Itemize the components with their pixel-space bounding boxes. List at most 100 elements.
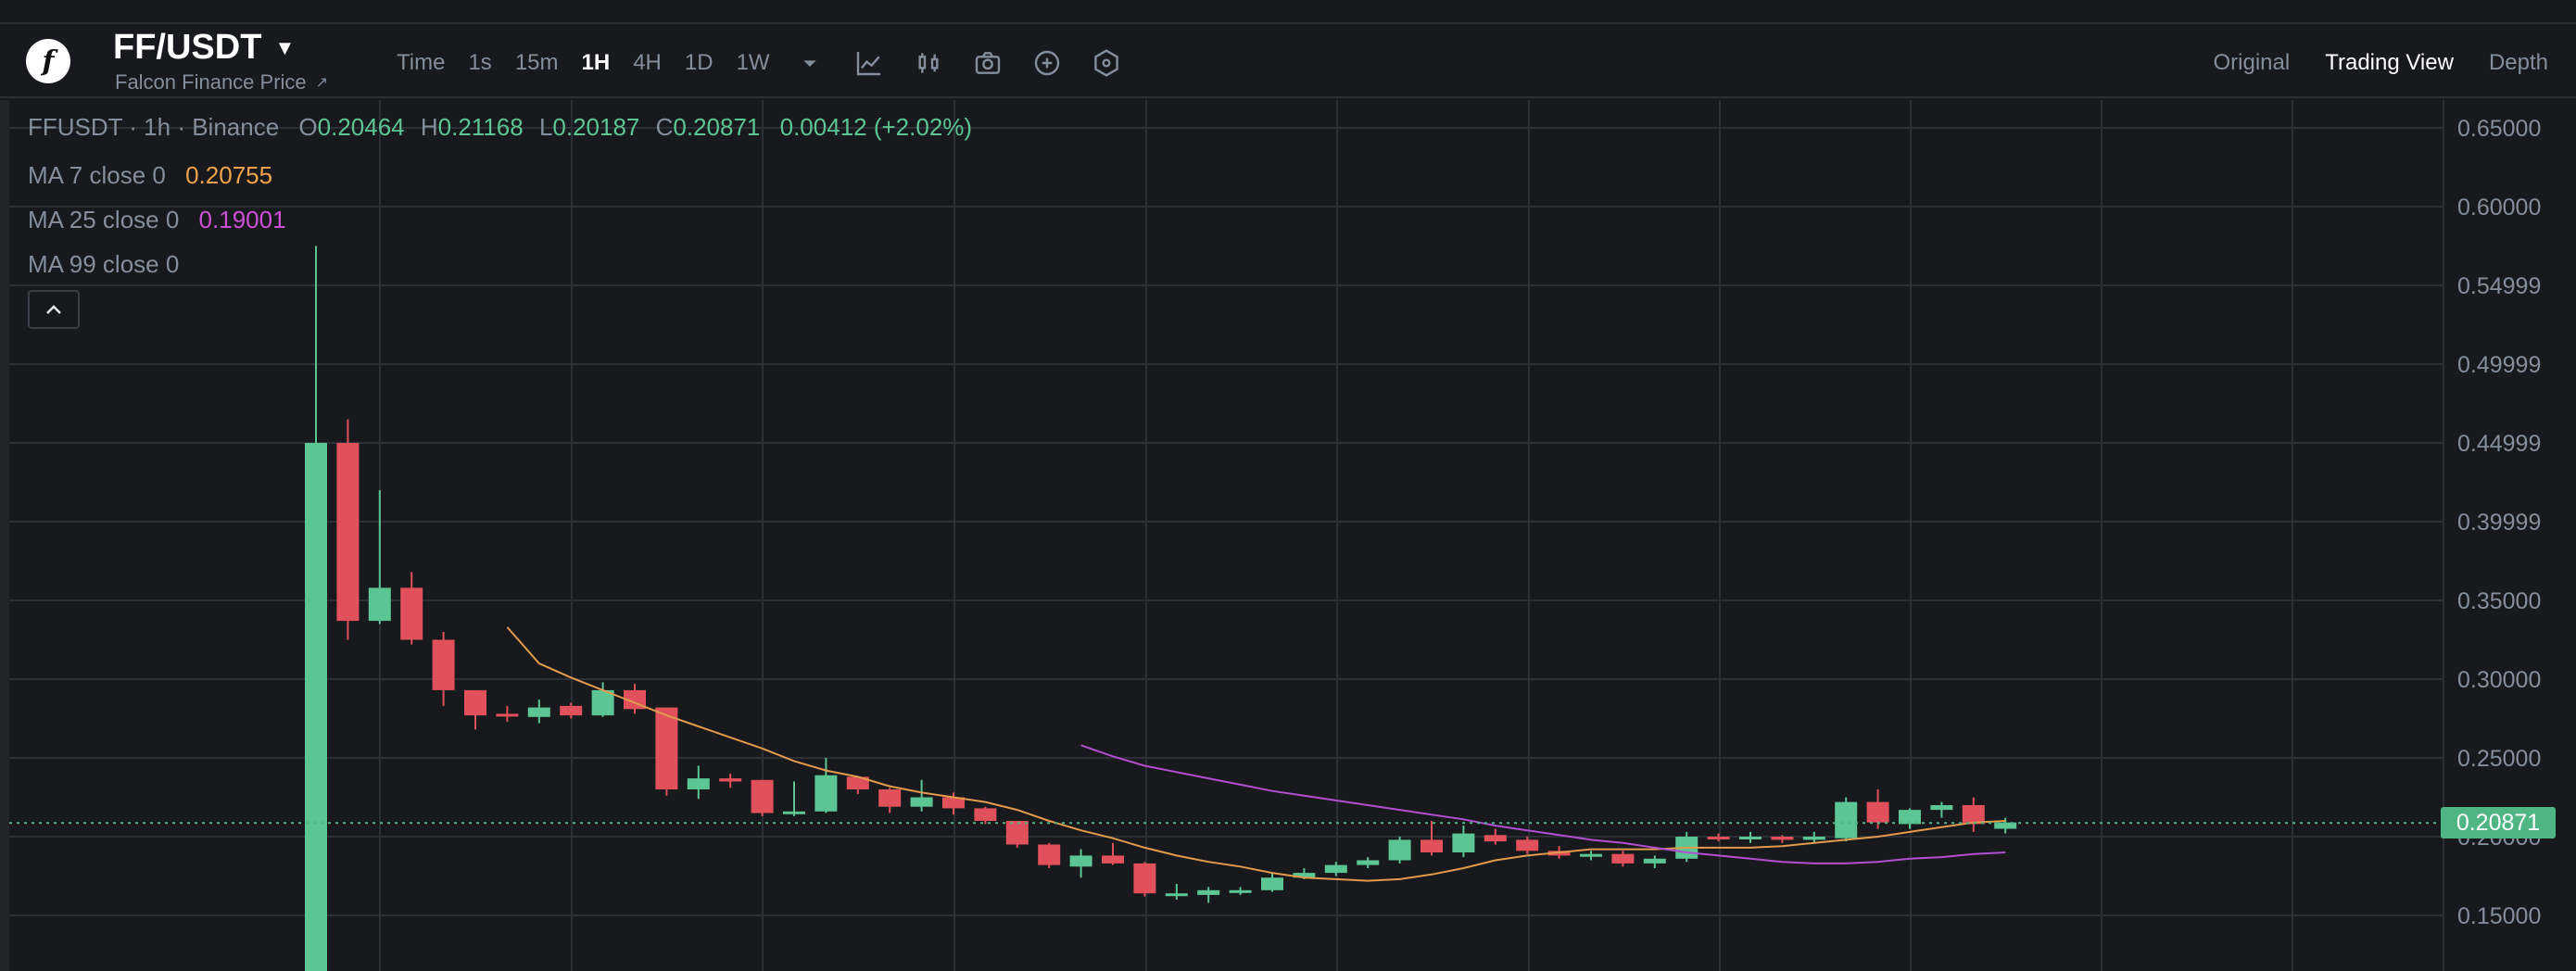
pair-label: FF/USDT [113,28,262,67]
last-price-tag: 0.20871 [2441,807,2556,839]
chart-area[interactable]: 0.65000 0.60000 0.54999 0.49999 0.44999 0.399… [0,100,2576,971]
candle-body [400,587,423,640]
ma99-legend[interactable]: MA 99 close 0 [28,250,179,279]
y-tick-label: 0.54999 [2457,273,2541,299]
candle-body [336,443,360,622]
candle-body [1421,839,1443,852]
pair-selector[interactable]: FF/USDT ▼ [113,28,295,68]
falcon-finance-logo: f [26,39,70,83]
candle-body [1707,837,1730,839]
candle-body [1133,863,1156,894]
candle-body [1069,855,1092,867]
line-chart-icon[interactable] [852,46,886,80]
caret-down-icon: ▼ [274,35,296,59]
toolbar: Time 1s 15m 1H 4H 1D 1W [397,44,1149,82]
tf-time[interactable]: Time [397,50,445,76]
candle-body [496,713,519,717]
candle-body [878,789,902,807]
y-tick-label: 0.65000 [2457,116,2541,142]
collapse-legend-button[interactable] [28,290,80,329]
candle-body [1165,893,1188,897]
left-drawing-bar[interactable] [0,100,9,971]
ohlc-legend: FFUSDT · 1h · Binance O0.20464 H0.21168 … [28,113,972,142]
candle-body [1197,889,1220,895]
candle-body [1357,860,1380,865]
candle-body [1516,839,1539,851]
candle-body [1899,810,1921,825]
candle-body [974,808,997,821]
candle-body [1771,837,1794,840]
legend-o-label: O [298,113,318,141]
tf-15m[interactable]: 15m [515,50,559,76]
legend-open: 0.20464 [317,113,405,141]
candle-body [751,779,774,813]
camera-icon[interactable] [971,46,1004,80]
ma99-label: MA 99 close 0 [28,250,180,278]
external-link-icon: ↗ [315,75,329,91]
candle-body [1802,837,1825,840]
candle-body [1388,839,1411,861]
ma25-line [1080,744,2006,864]
legend-c-label: C [655,113,674,141]
candle-body [1038,844,1061,865]
y-tick-label: 0.39999 [2457,510,2541,536]
candle-body [1739,837,1762,839]
candle-body [1930,805,1953,811]
asset-name: Falcon Finance Price [115,70,307,94]
candle-body [1005,821,1029,845]
view-original[interactable]: Original [2214,50,2291,76]
candle-body [305,443,327,971]
legend-h-label: H [420,113,438,141]
view-depth[interactable]: Depth [2489,50,2548,76]
tf-4h[interactable]: 4H [633,50,662,76]
ma25-value: 0.19001 [198,206,286,233]
candlestick-chart[interactable]: 0.65000 0.60000 0.54999 0.49999 0.44999 0.399… [0,100,2576,971]
ma7-legend[interactable]: MA 7 close 0 0.20755 [28,161,272,190]
candle-body [719,778,742,782]
legend-change: 0.00412 (+2.02%) [779,113,973,141]
candle-body [814,775,838,812]
ma7-value: 0.20755 [185,161,273,189]
view-switcher: Original Trading View Depth [2214,44,2549,82]
candle-body [783,811,805,814]
y-tick-label: 0.35000 [2457,588,2541,614]
chevron-down-icon[interactable] [793,46,827,80]
tf-1h[interactable]: 1H [582,50,611,76]
view-trading-view[interactable]: Trading View [2325,50,2454,76]
tf-1s[interactable]: 1s [468,50,491,76]
legend-high: 0.21168 [437,113,524,141]
candle-body [910,797,933,807]
tf-1w[interactable]: 1W [737,50,770,76]
y-tick-label: 0.15000 [2457,903,2541,929]
ma25-legend[interactable]: MA 25 close 0 0.19001 [28,206,286,234]
candle-body [1580,853,1602,857]
legend-l-label: L [538,113,553,141]
candle-body [687,778,710,789]
y-tick-label: 0.30000 [2457,667,2541,693]
candle-body [1643,858,1666,864]
y-tick-label: 0.44999 [2457,431,2541,457]
ma7-line [506,626,2006,882]
settings-hexagon-icon[interactable] [1090,46,1123,80]
asset-price-link[interactable]: Falcon Finance Price ↗ [115,70,328,95]
ma7-label: MA 7 close 0 [28,161,166,189]
candle-body [1229,889,1252,893]
chart-header: f FF/USDT ▼ Falcon Finance Price ↗ Time … [0,26,2576,98]
candle-body [1484,835,1507,842]
legend-close: 0.20871 [673,113,761,141]
candle-body [655,707,678,789]
legend-symbol: FFUSDT · 1h · Binance [28,113,280,141]
tf-1d[interactable]: 1D [685,50,713,76]
candle-body [1835,801,1858,839]
candlestick-icon[interactable] [912,46,945,80]
legend-low: 0.20187 [552,113,640,141]
candle-body [527,707,550,717]
candle-body [1452,833,1475,852]
chevron-up-icon [46,305,61,314]
candle-body [464,689,486,716]
plus-circle-icon[interactable] [1030,46,1064,80]
y-tick-label: 0.60000 [2457,195,2541,221]
candle-body [368,587,391,622]
candle-body [1611,853,1635,864]
candle-body [1102,855,1124,864]
